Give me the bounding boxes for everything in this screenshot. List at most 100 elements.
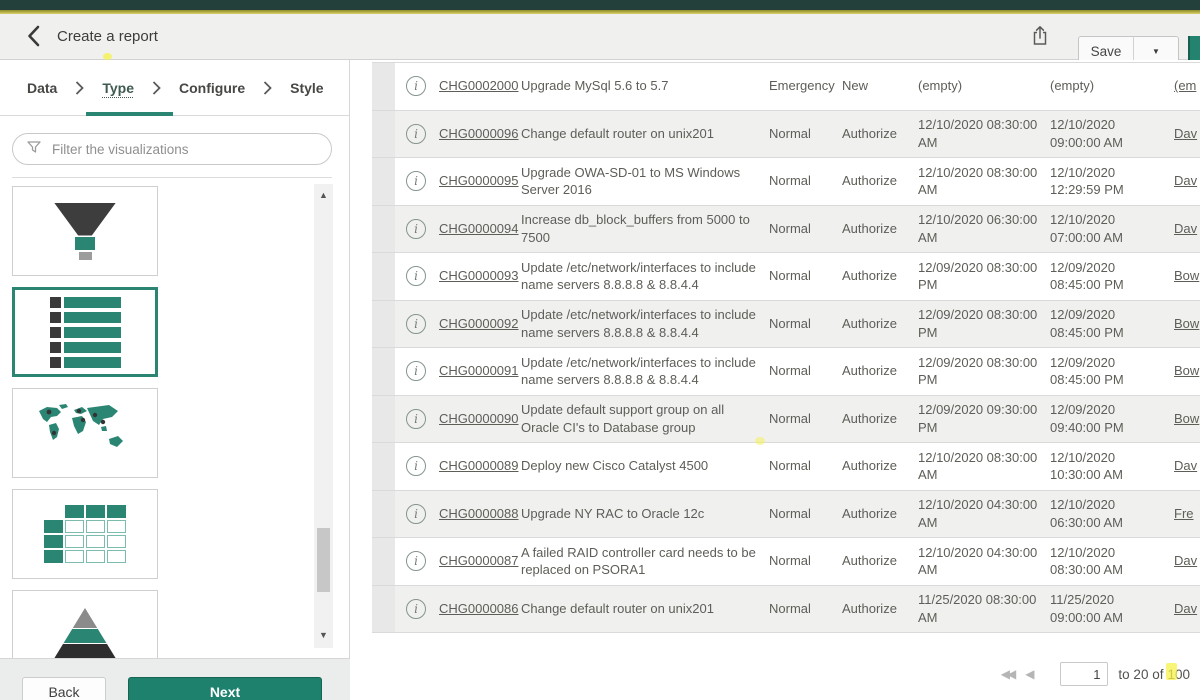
step-style[interactable]: Style bbox=[290, 80, 323, 96]
info-icon[interactable]: i bbox=[406, 599, 426, 619]
start-date-value: 12/09/2020 08:30:00 PM bbox=[918, 259, 1038, 294]
table-row[interactable]: i CHG0000092 Update /etc/network/interfa… bbox=[372, 300, 1200, 348]
assignee-link-clipped[interactable]: Dav bbox=[1174, 221, 1197, 236]
assignee-link-clipped[interactable]: Dav bbox=[1174, 126, 1197, 141]
table-row[interactable]: i CHG0002000 Upgrade MySql 5.6 to 5.7 Em… bbox=[372, 62, 1200, 110]
viz-thumbnail-pivot-table[interactable] bbox=[12, 489, 158, 579]
assignee-link-clipped[interactable]: (em bbox=[1174, 78, 1196, 93]
end-date-value: 12/10/2020 12:29:59 PM bbox=[1050, 164, 1168, 199]
viz-list-scrollbar[interactable]: ▲ ▼ bbox=[314, 184, 333, 648]
priority-value: Normal bbox=[769, 505, 835, 523]
change-number-link[interactable]: CHG0002000 bbox=[439, 78, 519, 93]
step-type[interactable]: Type bbox=[102, 80, 134, 96]
filter-input[interactable] bbox=[52, 142, 331, 157]
assignee-link-clipped[interactable]: Dav bbox=[1174, 553, 1197, 568]
assignee-link-clipped[interactable]: Bow bbox=[1174, 316, 1199, 331]
row-gutter bbox=[372, 586, 395, 633]
info-icon[interactable]: i bbox=[406, 361, 426, 381]
end-date-value: 12/09/2020 08:45:00 PM bbox=[1050, 306, 1168, 341]
state-value: Authorize bbox=[842, 172, 912, 190]
info-icon[interactable]: i bbox=[406, 456, 426, 476]
back-step-button[interactable]: Back bbox=[22, 677, 106, 700]
start-date-value: 12/10/2020 08:30:00 AM bbox=[918, 449, 1038, 484]
end-date-value: 12/10/2020 08:30:00 AM bbox=[1050, 544, 1168, 579]
change-number-link[interactable]: CHG0000096 bbox=[439, 126, 519, 141]
info-icon[interactable]: i bbox=[406, 504, 426, 524]
info-icon[interactable]: i bbox=[406, 266, 426, 286]
report-wizard-panel: Data Type Configure Style bbox=[0, 60, 350, 700]
state-value: Authorize bbox=[842, 457, 912, 475]
page-number-input[interactable] bbox=[1060, 662, 1108, 686]
short-description: Update /etc/network/interfaces to includ… bbox=[521, 259, 761, 294]
change-number-link[interactable]: CHG0000094 bbox=[439, 221, 519, 236]
click-highlight bbox=[755, 437, 765, 445]
end-date-value: 12/09/2020 08:45:00 PM bbox=[1050, 259, 1168, 294]
info-icon[interactable]: i bbox=[406, 551, 426, 571]
start-date-value: 12/10/2020 06:30:00 AM bbox=[918, 211, 1038, 246]
table-row[interactable]: i CHG0000086 Change default router on un… bbox=[372, 585, 1200, 633]
next-step-button[interactable]: Next bbox=[128, 677, 322, 700]
step-data[interactable]: Data bbox=[27, 80, 57, 96]
assignee-link-clipped[interactable]: Dav bbox=[1174, 458, 1197, 473]
step-configure[interactable]: Configure bbox=[179, 80, 245, 96]
start-date-value: 11/25/2020 08:30:00 AM bbox=[918, 591, 1038, 626]
previous-page-icon[interactable]: ◀ bbox=[1025, 667, 1034, 681]
change-number-link[interactable]: CHG0000088 bbox=[439, 506, 519, 521]
assignee-link-clipped[interactable]: Bow bbox=[1174, 411, 1199, 426]
viz-thumbnail-pyramid[interactable] bbox=[12, 590, 158, 658]
end-date-value: 12/09/2020 08:45:00 PM bbox=[1050, 354, 1168, 389]
table-row[interactable]: i CHG0000088 Upgrade NY RAC to Oracle 12… bbox=[372, 490, 1200, 538]
priority-value: Normal bbox=[769, 552, 835, 570]
click-highlight bbox=[1166, 663, 1177, 680]
info-icon[interactable]: i bbox=[406, 124, 426, 144]
change-number-link[interactable]: CHG0000095 bbox=[439, 173, 519, 188]
assignee-link-clipped[interactable]: Dav bbox=[1174, 601, 1197, 616]
info-icon[interactable]: i bbox=[406, 171, 426, 191]
viz-thumbnail-world-map[interactable] bbox=[12, 388, 158, 478]
change-number-link[interactable]: CHG0000092 bbox=[439, 316, 519, 331]
viz-thumbnail-list[interactable] bbox=[12, 287, 158, 377]
change-number-link[interactable]: CHG0000090 bbox=[439, 411, 519, 426]
table-row[interactable]: i CHG0000087 A failed RAID controller ca… bbox=[372, 537, 1200, 585]
active-step-indicator bbox=[86, 112, 173, 116]
scrollbar-thumb[interactable] bbox=[317, 528, 330, 592]
change-number-link[interactable]: CHG0000089 bbox=[439, 458, 519, 473]
viz-thumbnail-funnel[interactable] bbox=[12, 186, 158, 276]
info-icon[interactable]: i bbox=[406, 314, 426, 334]
funnel-chart-icon bbox=[54, 203, 116, 260]
table-row[interactable]: i CHG0000093 Update /etc/network/interfa… bbox=[372, 252, 1200, 300]
table-row[interactable]: i CHG0000089 Deploy new Cisco Catalyst 4… bbox=[372, 442, 1200, 490]
info-icon[interactable]: i bbox=[406, 76, 426, 96]
short-description: Upgrade OWA-SD-01 to MS Windows Server 2… bbox=[521, 164, 761, 199]
start-date-value: 12/10/2020 08:30:00 AM bbox=[918, 116, 1038, 151]
table-row[interactable]: i CHG0000096 Change default router on un… bbox=[372, 110, 1200, 158]
back-button[interactable] bbox=[20, 25, 46, 51]
table-row[interactable]: i CHG0000095 Upgrade OWA-SD-01 to MS Win… bbox=[372, 157, 1200, 205]
assignee-link-clipped[interactable]: Dav bbox=[1174, 173, 1197, 188]
list-chart-icon bbox=[50, 297, 121, 368]
first-page-icon[interactable]: ◀◀ bbox=[1001, 667, 1013, 681]
change-number-link[interactable]: CHG0000091 bbox=[439, 363, 519, 378]
change-number-link[interactable]: CHG0000093 bbox=[439, 268, 519, 283]
table-row[interactable]: i CHG0000094 Increase db_block_buffers f… bbox=[372, 205, 1200, 253]
change-table: i CHG0002000 Upgrade MySql 5.6 to 5.7 Em… bbox=[372, 62, 1200, 633]
short-description: Update /etc/network/interfaces to includ… bbox=[521, 306, 761, 341]
assignee-link-clipped[interactable]: Fre bbox=[1174, 506, 1194, 521]
table-row[interactable]: i CHG0000090 Update default support grou… bbox=[372, 395, 1200, 443]
info-icon[interactable]: i bbox=[406, 409, 426, 429]
row-gutter bbox=[372, 491, 395, 538]
assignee-link-clipped[interactable]: Bow bbox=[1174, 363, 1199, 378]
info-icon[interactable]: i bbox=[406, 219, 426, 239]
table-row[interactable]: i CHG0000091 Update /etc/network/interfa… bbox=[372, 347, 1200, 395]
scroll-down-icon[interactable]: ▼ bbox=[314, 628, 333, 642]
change-number-link[interactable]: CHG0000086 bbox=[439, 601, 519, 616]
scroll-up-icon[interactable]: ▲ bbox=[314, 188, 333, 202]
assignee-link-clipped[interactable]: Bow bbox=[1174, 268, 1199, 283]
change-number-link[interactable]: CHG0000087 bbox=[439, 553, 519, 568]
end-date-value: 12/10/2020 07:00:00 AM bbox=[1050, 211, 1168, 246]
chevron-right-icon bbox=[263, 81, 272, 95]
priority-value: Normal bbox=[769, 267, 835, 285]
start-date-value: 12/09/2020 08:30:00 PM bbox=[918, 306, 1038, 341]
state-value: Authorize bbox=[842, 600, 912, 618]
share-button[interactable] bbox=[1028, 26, 1052, 50]
